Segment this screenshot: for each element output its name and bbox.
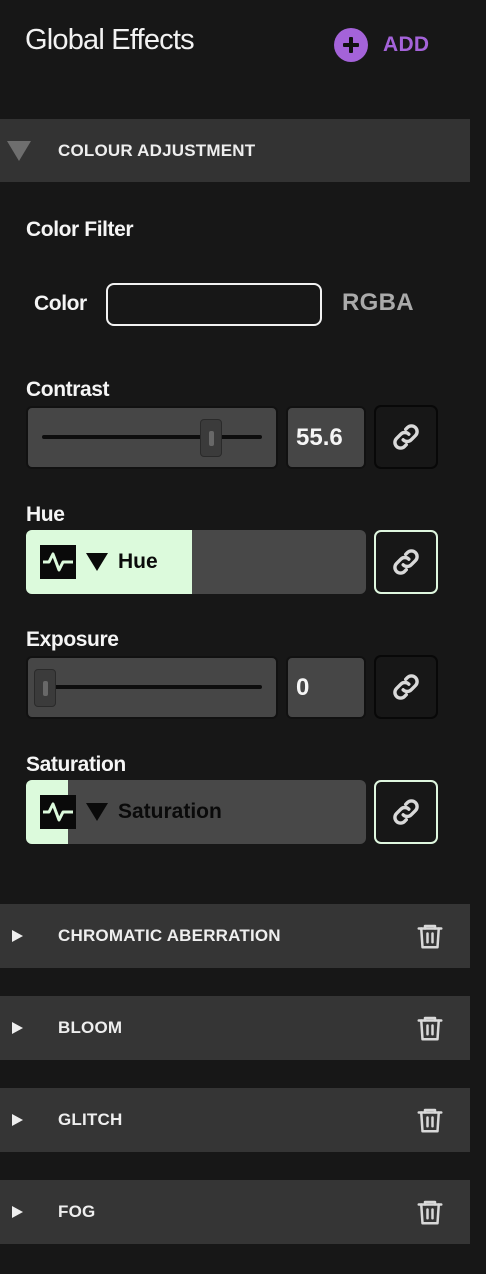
saturation-modulator[interactable]: Saturation xyxy=(26,780,366,844)
hue-modulator[interactable]: Hue xyxy=(26,530,366,594)
contrast-label: Contrast xyxy=(26,378,110,401)
saturation-label: Saturation xyxy=(26,753,126,776)
color-filter-label: Color Filter xyxy=(26,218,134,241)
link-icon xyxy=(393,674,419,700)
section-header-fog[interactable]: FOG xyxy=(0,1180,470,1244)
dropdown-triangle-icon xyxy=(86,803,108,821)
section-header-glitch[interactable]: GLITCH xyxy=(0,1088,470,1152)
modulator-label: Hue xyxy=(118,550,158,573)
section-header-chromatic-aberration[interactable]: CHROMATIC ABERRATION xyxy=(0,904,470,968)
saturation-link-button[interactable] xyxy=(374,780,438,844)
color-label: Color xyxy=(34,292,87,315)
collapse-triangle-icon xyxy=(7,140,31,161)
section-label: BLOOM xyxy=(58,1018,123,1037)
exposure-value-input[interactable]: 0 xyxy=(286,656,366,719)
color-input[interactable] xyxy=(106,283,322,326)
expand-triangle-icon xyxy=(12,930,23,942)
section-label: CHROMATIC ABERRATION xyxy=(58,926,281,945)
trash-icon[interactable] xyxy=(415,1013,445,1043)
section-label: COLOUR ADJUSTMENT xyxy=(58,140,256,160)
link-icon xyxy=(393,549,419,575)
contrast-value-input[interactable]: 55.6 xyxy=(286,406,366,469)
slider-track xyxy=(42,685,262,689)
add-effect-button[interactable]: ADD xyxy=(334,28,442,62)
exposure-slider[interactable] xyxy=(26,656,278,719)
trash-icon[interactable] xyxy=(415,1197,445,1227)
expand-triangle-icon xyxy=(12,1206,23,1218)
expand-triangle-icon xyxy=(12,1022,23,1034)
contrast-link-button[interactable] xyxy=(374,405,438,469)
section-label: GLITCH xyxy=(58,1110,123,1129)
section-label: FOG xyxy=(58,1202,96,1221)
waveform-icon xyxy=(40,545,76,579)
hue-label: Hue xyxy=(26,503,65,526)
dropdown-triangle-icon xyxy=(86,553,108,571)
color-mode-toggle[interactable]: RGBA xyxy=(342,289,414,317)
waveform-icon xyxy=(40,795,76,829)
expand-triangle-icon xyxy=(12,1114,23,1126)
panel-title: Global Effects xyxy=(25,24,195,56)
exposure-label: Exposure xyxy=(26,628,119,651)
link-icon xyxy=(393,799,419,825)
slider-thumb[interactable] xyxy=(200,419,222,457)
trash-icon[interactable] xyxy=(415,1105,445,1135)
slider-thumb[interactable] xyxy=(34,669,56,707)
exposure-link-button[interactable] xyxy=(374,655,438,719)
contrast-slider[interactable] xyxy=(26,406,278,469)
section-header-bloom[interactable]: BLOOM xyxy=(0,996,470,1060)
modulator-label: Saturation xyxy=(118,800,222,823)
link-icon xyxy=(393,424,419,450)
section-header-colour-adjustment[interactable]: COLOUR ADJUSTMENT xyxy=(0,119,470,182)
slider-track xyxy=(42,435,262,439)
plus-icon xyxy=(334,28,368,62)
trash-icon[interactable] xyxy=(415,921,445,951)
hue-link-button[interactable] xyxy=(374,530,438,594)
add-label: ADD xyxy=(383,33,430,56)
